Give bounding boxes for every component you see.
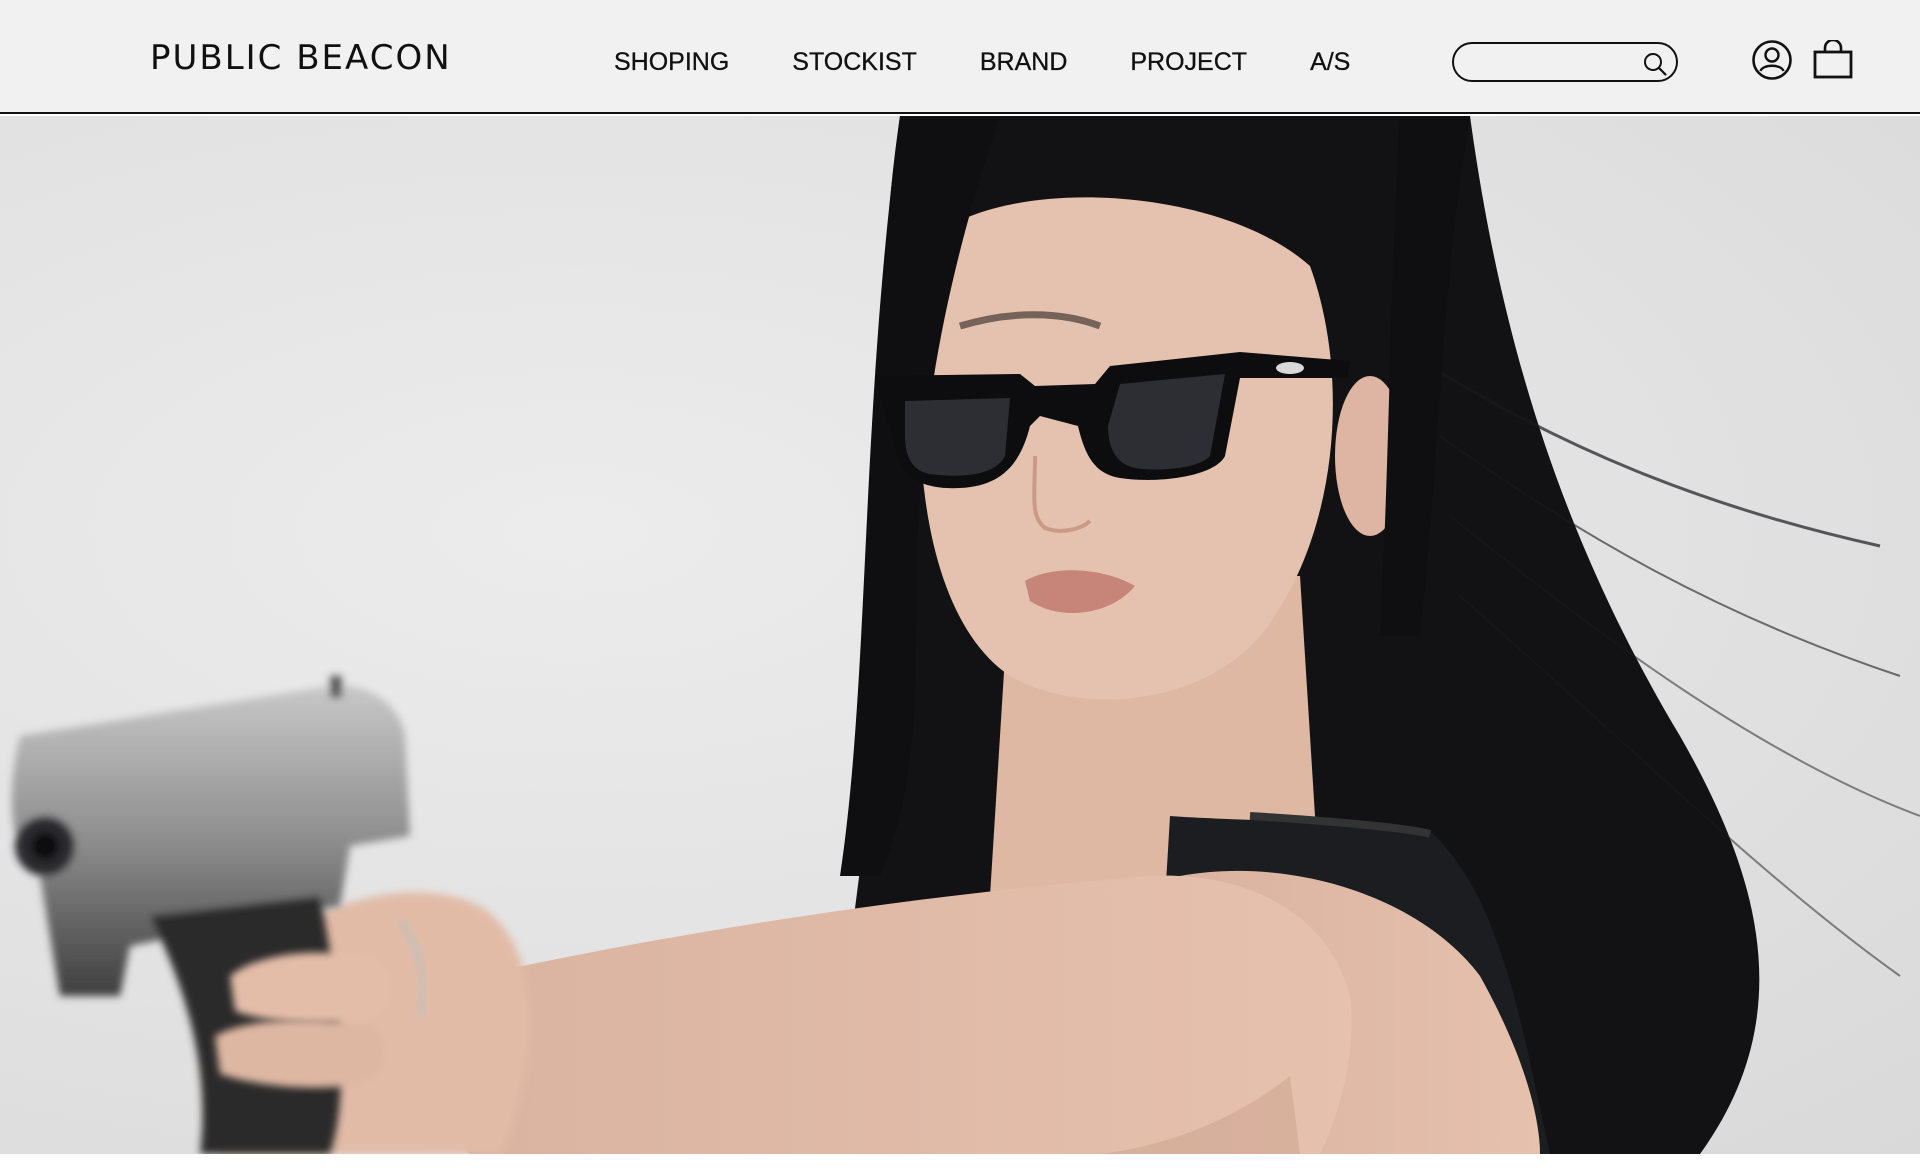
search-icon[interactable] (1642, 51, 1668, 77)
site-header: PUBLIC BEACON SHOPING STOCKIST BRAND PRO… (0, 0, 1920, 114)
main-navigation: SHOPING STOCKIST BRAND PROJECT A/S (614, 48, 1351, 77)
nav-item-brand[interactable]: BRAND (980, 48, 1068, 77)
nav-item-as[interactable]: A/S (1310, 48, 1351, 77)
search-input[interactable] (1468, 50, 1628, 76)
brand-logo[interactable]: PUBLIC BEACON (150, 38, 452, 78)
hero-image (11, 116, 1920, 1154)
account-icon[interactable] (1751, 39, 1793, 81)
page-bottom-strip (0, 1154, 1920, 1170)
shopping-bag-icon[interactable] (1812, 40, 1854, 80)
nav-item-stockist[interactable]: STOCKIST (792, 48, 917, 77)
nav-item-shoping[interactable]: SHOPING (614, 48, 730, 77)
hero-banner[interactable] (0, 116, 1920, 1154)
nav-item-project[interactable]: PROJECT (1130, 48, 1247, 77)
search-box (1452, 42, 1678, 82)
